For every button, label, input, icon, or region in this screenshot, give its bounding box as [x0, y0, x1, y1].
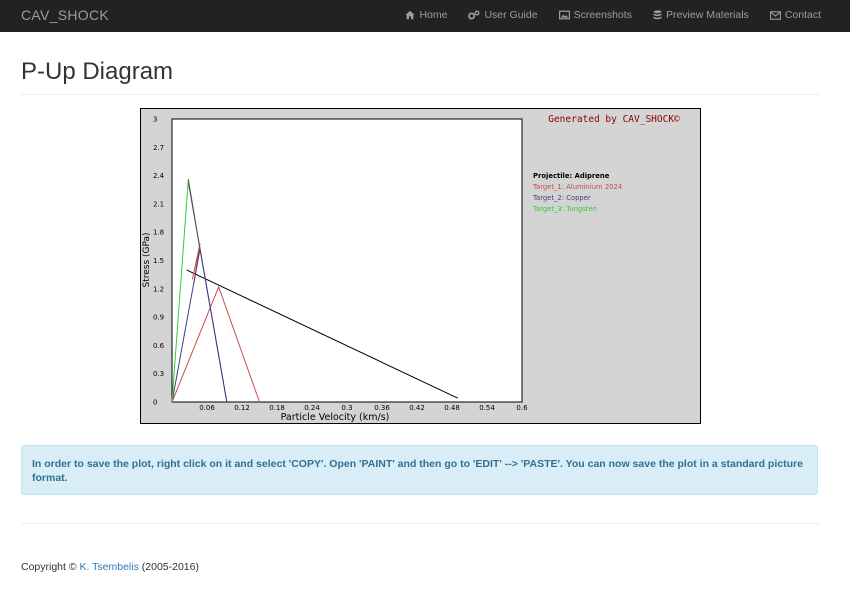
- title-divider: [21, 94, 820, 95]
- x-tick-label: 0.24: [304, 404, 320, 412]
- x-axis-label: Particle Velocity (km/s): [281, 412, 390, 423]
- y-tick-label: 2.1: [153, 200, 164, 208]
- envelope-icon: [769, 10, 781, 20]
- nav-user-guide[interactable]: User Guide: [468, 0, 538, 30]
- x-tick-label: 0.6: [516, 404, 528, 412]
- page-title: P-Up Diagram: [21, 58, 174, 85]
- home-icon: [405, 10, 416, 20]
- legend-entry: Projectile: Adiprene: [533, 172, 610, 180]
- nav-screenshots[interactable]: Screenshots: [558, 0, 632, 30]
- nav-menu: Home User Guide Screenshots Preview Mate…: [384, 0, 821, 30]
- picture-icon: [558, 10, 570, 20]
- author-link[interactable]: K. Tsembelis: [80, 561, 139, 573]
- legend-entry: Target_1: Aluminium 2024: [532, 183, 622, 191]
- copyright-prefix: Copyright ©: [21, 561, 80, 573]
- x-tick-label: 0.36: [374, 404, 390, 412]
- x-tick-label: 0.54: [479, 404, 495, 412]
- nav-contact-label: Contact: [784, 9, 821, 21]
- y-tick-label: 1.2: [153, 285, 164, 293]
- y-tick-label: 0.3: [153, 370, 164, 378]
- navbar: CAV_SHOCK Home User Guide Screenshots Pr…: [0, 0, 850, 32]
- nav-user-guide-label: User Guide: [484, 9, 538, 21]
- brand-link[interactable]: CAV_SHOCK: [21, 0, 109, 30]
- x-tick-label: 0.12: [234, 404, 250, 412]
- nav-home[interactable]: Home: [405, 0, 447, 30]
- x-tick-label: 0.06: [199, 404, 215, 412]
- instructions-text-continued: format.: [32, 472, 68, 484]
- y-tick-label: 1.8: [153, 229, 164, 237]
- y-tick-label: 2.7: [153, 144, 164, 152]
- nav-home-label: Home: [419, 9, 448, 21]
- instructions-text: In order to save the plot, right click o…: [32, 458, 803, 470]
- copyright: Copyright © K. Tsembelis (2005-2016): [21, 561, 199, 573]
- nav-preview-materials[interactable]: Preview Materials: [653, 0, 749, 30]
- nav-contact[interactable]: Contact: [769, 0, 821, 30]
- x-tick-label: 0.48: [444, 404, 460, 412]
- x-tick-label: 0.42: [409, 404, 425, 412]
- generated-by-label: Generated by CAV_SHOCK©: [548, 114, 680, 125]
- y-tick-label: 3: [153, 116, 157, 124]
- p-up-diagram-plot[interactable]: Generated by CAV_SHOCK© Particle Velocit…: [140, 108, 701, 424]
- nav-screenshots-label: Screenshots: [573, 9, 632, 21]
- x-tick-label: 0.18: [269, 404, 285, 412]
- plot-area: [171, 118, 523, 403]
- y-tick-label: 2.4: [153, 172, 165, 180]
- nav-preview-materials-label: Preview Materials: [665, 9, 749, 21]
- gears-icon: [468, 10, 480, 20]
- legend-entry: Target_2: Copper: [532, 194, 591, 202]
- footer-divider: [21, 523, 820, 524]
- x-tick-label: 0.3: [341, 404, 352, 412]
- save-plot-instructions: In order to save the plot, right click o…: [21, 445, 818, 495]
- legend-entry: Target_3: Tungsten: [532, 205, 597, 213]
- y-tick-label: 0.9: [153, 314, 164, 322]
- y-tick-label: 0.6: [153, 342, 165, 350]
- y-tick-label: 0: [153, 399, 157, 407]
- database-icon: [653, 10, 662, 20]
- copyright-years: (2005-2016): [138, 561, 199, 573]
- y-tick-label: 1.5: [153, 257, 164, 265]
- y-axis-label: Stress (GPa): [142, 232, 152, 287]
